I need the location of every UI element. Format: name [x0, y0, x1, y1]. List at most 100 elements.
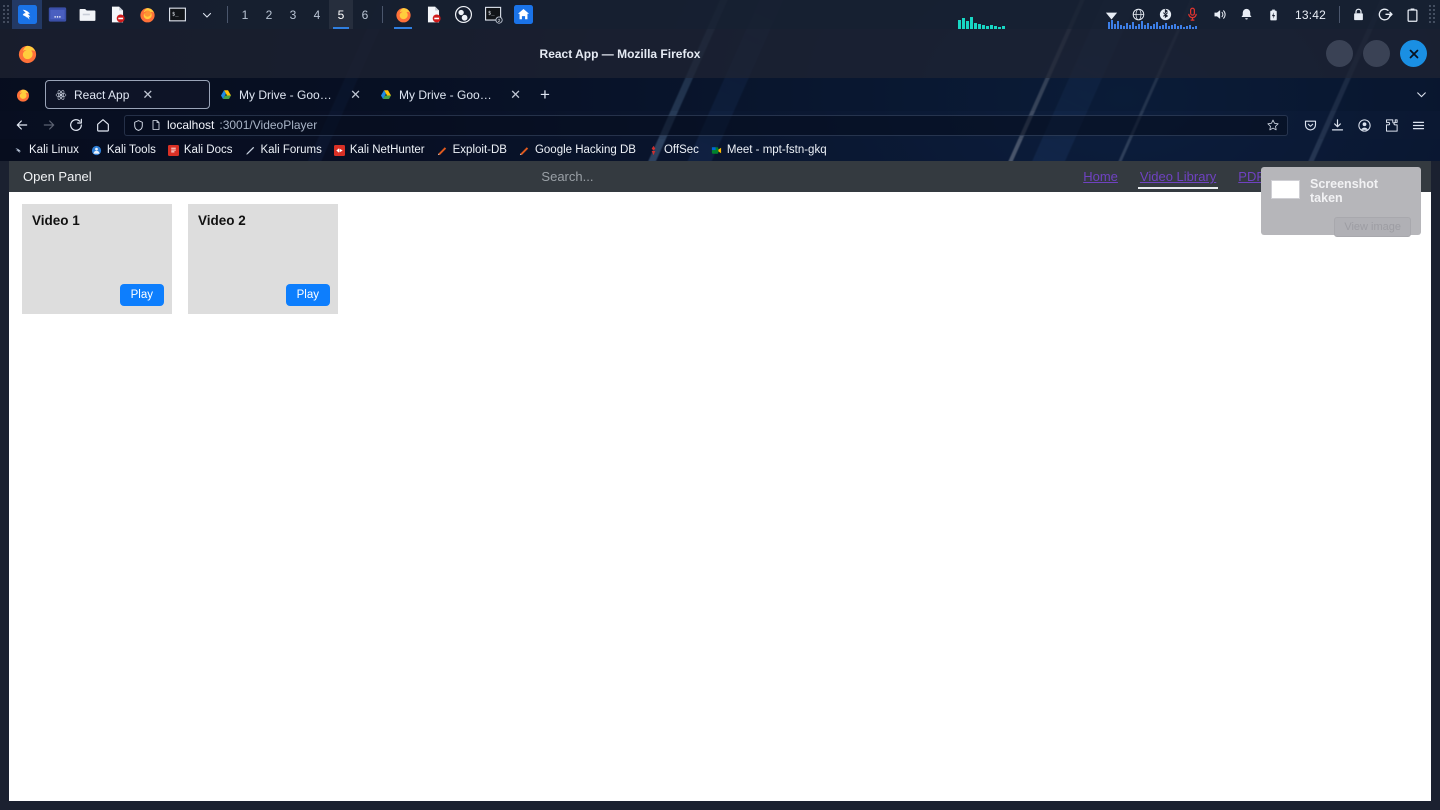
bookmarks-bar: Kali Linux Kali Tools Kali Docs Kali For…	[0, 139, 1440, 161]
offsec-icon	[648, 144, 660, 156]
notification-title: Screenshot taken	[1310, 177, 1379, 205]
app-menu-icon[interactable]	[1405, 112, 1432, 138]
obs-icon[interactable]	[448, 0, 478, 29]
workspace-6[interactable]: 6	[353, 0, 377, 29]
firefox-window-logo-icon	[16, 42, 39, 65]
bookmark-label: Meet - mpt-fstn-gkq	[726, 144, 827, 156]
launcher-chevron-down-icon[interactable]	[192, 0, 222, 29]
text-editor-icon[interactable]	[102, 0, 132, 29]
clipboard-icon[interactable]	[1399, 0, 1426, 29]
taskbar-clock[interactable]: 13:42	[1287, 8, 1334, 22]
terminal-blue-icon[interactable]	[42, 0, 72, 29]
search-input[interactable]: Search...	[52, 169, 1084, 184]
extensions-icon[interactable]	[1378, 112, 1405, 138]
navigation-toolbar: localhost:3001/VideoPlayer	[0, 111, 1440, 139]
tray-drag-handle[interactable]	[1426, 0, 1438, 29]
account-icon[interactable]	[1351, 112, 1378, 138]
firefox-icon[interactable]	[132, 0, 162, 29]
play-button[interactable]: Play	[285, 284, 330, 306]
tab-google-drive-2[interactable]: My Drive - Google Drive ✕	[370, 80, 530, 109]
bookmark-exploit-db[interactable]: Exploit-DB	[432, 143, 512, 157]
url-path: :3001/VideoPlayer	[219, 118, 318, 132]
bookmark-label: OffSec	[663, 144, 699, 156]
workspace-4[interactable]: 4	[305, 0, 329, 29]
back-button[interactable]	[8, 112, 35, 138]
minimize-button[interactable]	[1326, 40, 1353, 67]
tab-close-icon[interactable]: ✕	[142, 87, 153, 103]
tab-title: React App	[74, 87, 130, 102]
bookmark-kali-nethunter[interactable]: Kali NetHunter	[329, 143, 430, 157]
reload-button[interactable]	[62, 112, 89, 138]
google-drive-icon	[380, 89, 392, 101]
nav-link-video-library[interactable]: Video Library	[1137, 169, 1219, 189]
bookmark-offsec[interactable]: OffSec	[643, 143, 704, 157]
video-card[interactable]: Video 1 Play	[22, 204, 172, 314]
maximize-button[interactable]	[1363, 40, 1390, 67]
window-title: React App — Mozilla Firefox	[539, 46, 701, 61]
forward-button[interactable]	[35, 112, 62, 138]
firefox-window-icon[interactable]	[388, 0, 418, 29]
nav-link-home[interactable]: Home	[1083, 169, 1118, 184]
page-info-icon[interactable]	[150, 119, 162, 131]
downloads-icon[interactable]	[1324, 112, 1351, 138]
svg-text:$_: $_	[487, 11, 494, 17]
bookmark-label: Exploit-DB	[452, 144, 507, 156]
workspace-5[interactable]: 5	[329, 0, 353, 29]
docs-icon	[168, 144, 180, 156]
shield-icon[interactable]	[132, 119, 145, 132]
video-title: Video 2	[198, 213, 246, 228]
terminal-icon[interactable]: $_	[162, 0, 192, 29]
bookmark-kali-docs[interactable]: Kali Docs	[163, 143, 238, 157]
home-button[interactable]	[89, 112, 116, 138]
tab-title: My Drive - Google Drive	[239, 87, 337, 102]
browser-viewport: Open Panel Search... Home Video Library …	[0, 161, 1440, 810]
address-bar[interactable]: localhost:3001/VideoPlayer	[124, 114, 1288, 136]
tab-google-drive-1[interactable]: My Drive - Google Drive ✕	[210, 80, 370, 109]
tab-close-icon[interactable]: ✕	[510, 87, 521, 103]
tab-strip: React App ✕ My Drive - Google Drive ✕ My…	[0, 78, 1440, 111]
file-manager-icon[interactable]	[72, 0, 102, 29]
screenshot-thumbnail	[1271, 180, 1300, 199]
forums-icon	[244, 144, 256, 156]
react-icon	[55, 89, 67, 101]
video-card-list: Video 1 Play Video 2 Play	[9, 192, 1431, 314]
bookmark-label: Kali NetHunter	[349, 144, 425, 156]
bookmark-label: Kali Docs	[183, 144, 233, 156]
workspace-3[interactable]: 3	[281, 0, 305, 29]
close-window-button[interactable]	[1400, 40, 1427, 67]
svg-text:$_: $_	[171, 11, 178, 17]
tools-icon	[91, 144, 103, 156]
nethunter-icon	[334, 144, 346, 156]
taskbar-drag-handle[interactable]	[0, 0, 12, 29]
new-tab-button[interactable]: +	[530, 80, 560, 109]
tab-close-icon[interactable]: ✕	[350, 87, 361, 103]
terminal-window-icon[interactable]: $_ 2	[478, 0, 508, 29]
exploitdb-icon	[437, 144, 449, 156]
site-navbar: Open Panel Search... Home Video Library …	[9, 161, 1431, 192]
bookmark-google-hacking-db[interactable]: Google Hacking DB	[514, 143, 641, 157]
bookmark-star-icon[interactable]	[1266, 118, 1280, 132]
video-title: Video 1	[32, 213, 80, 228]
bookmark-kali-linux[interactable]: Kali Linux	[8, 143, 84, 157]
firefox-window: React App — Mozilla Firefox React App ✕ …	[0, 29, 1440, 810]
pocket-icon[interactable]	[1297, 112, 1324, 138]
text-editor-window-icon[interactable]	[418, 0, 448, 29]
bookmark-kali-forums[interactable]: Kali Forums	[239, 143, 326, 157]
workspace-1[interactable]: 1	[233, 0, 257, 29]
bookmark-label: Kali Forums	[260, 144, 322, 156]
tab-react-app[interactable]: React App ✕	[45, 80, 210, 109]
lock-screen-icon[interactable]	[1345, 0, 1372, 29]
bookmark-meet[interactable]: Meet - mpt-fstn-gkq	[706, 143, 832, 157]
window-titlebar: React App — Mozilla Firefox	[0, 29, 1440, 78]
view-image-button[interactable]: View image	[1334, 217, 1411, 237]
video-card[interactable]: Video 2 Play	[188, 204, 338, 314]
workspace-2[interactable]: 2	[257, 0, 281, 29]
play-button[interactable]: Play	[119, 284, 164, 306]
bookmark-kali-tools[interactable]: Kali Tools	[86, 143, 161, 157]
logout-icon[interactable]	[1372, 0, 1399, 29]
kali-menu-icon[interactable]	[12, 0, 42, 29]
screenshot-notification[interactable]: Screenshot taken View image	[1261, 167, 1421, 237]
tab-strip-firefox-icon[interactable]	[0, 78, 45, 111]
home-folder-icon[interactable]	[508, 0, 538, 29]
list-all-tabs-chevron-icon[interactable]	[1402, 78, 1440, 111]
